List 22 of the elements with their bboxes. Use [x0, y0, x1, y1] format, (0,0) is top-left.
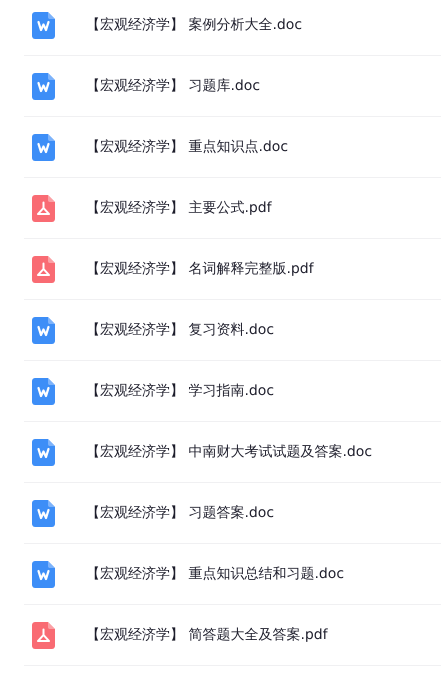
file-name[interactable]: 【宏观经济学】 习题答案.doc: [86, 504, 274, 522]
file-name[interactable]: 【宏观经济学】 习题库.doc: [86, 77, 260, 95]
file-name[interactable]: 【宏观经济学】 重点知识点.doc: [86, 138, 288, 156]
word-document-icon: [32, 72, 55, 100]
file-name[interactable]: 【宏观经济学】 重点知识总结和习题.doc: [86, 565, 344, 583]
word-document-icon: [32, 134, 55, 160]
word-document-icon: [32, 438, 55, 466]
file-name[interactable]: 【宏观经济学】 主要公式.pdf: [86, 199, 272, 217]
file-name[interactable]: 【宏观经济学】 名词解释完整版.pdf: [86, 260, 314, 278]
word-document-icon: [32, 500, 55, 526]
file-name[interactable]: 【宏观经济学】 复习资料.doc: [86, 321, 274, 339]
file-name[interactable]: 【宏观经济学】 案例分析大全.doc: [86, 16, 302, 34]
word-document-icon: [32, 12, 55, 38]
word-document-icon: [32, 378, 55, 404]
word-document-icon: [32, 316, 55, 344]
file-name[interactable]: 【宏观经济学】 中南财大考试试题及答案.doc: [86, 443, 372, 461]
pdf-document-icon: [32, 194, 55, 222]
word-document-icon: [32, 560, 55, 588]
file-name[interactable]: 【宏观经济学】 学习指南.doc: [86, 382, 274, 400]
pdf-document-icon: [32, 622, 55, 648]
pdf-document-icon: [32, 256, 55, 282]
file-name[interactable]: 【宏观经济学】 简答题大全及答案.pdf: [86, 626, 328, 644]
